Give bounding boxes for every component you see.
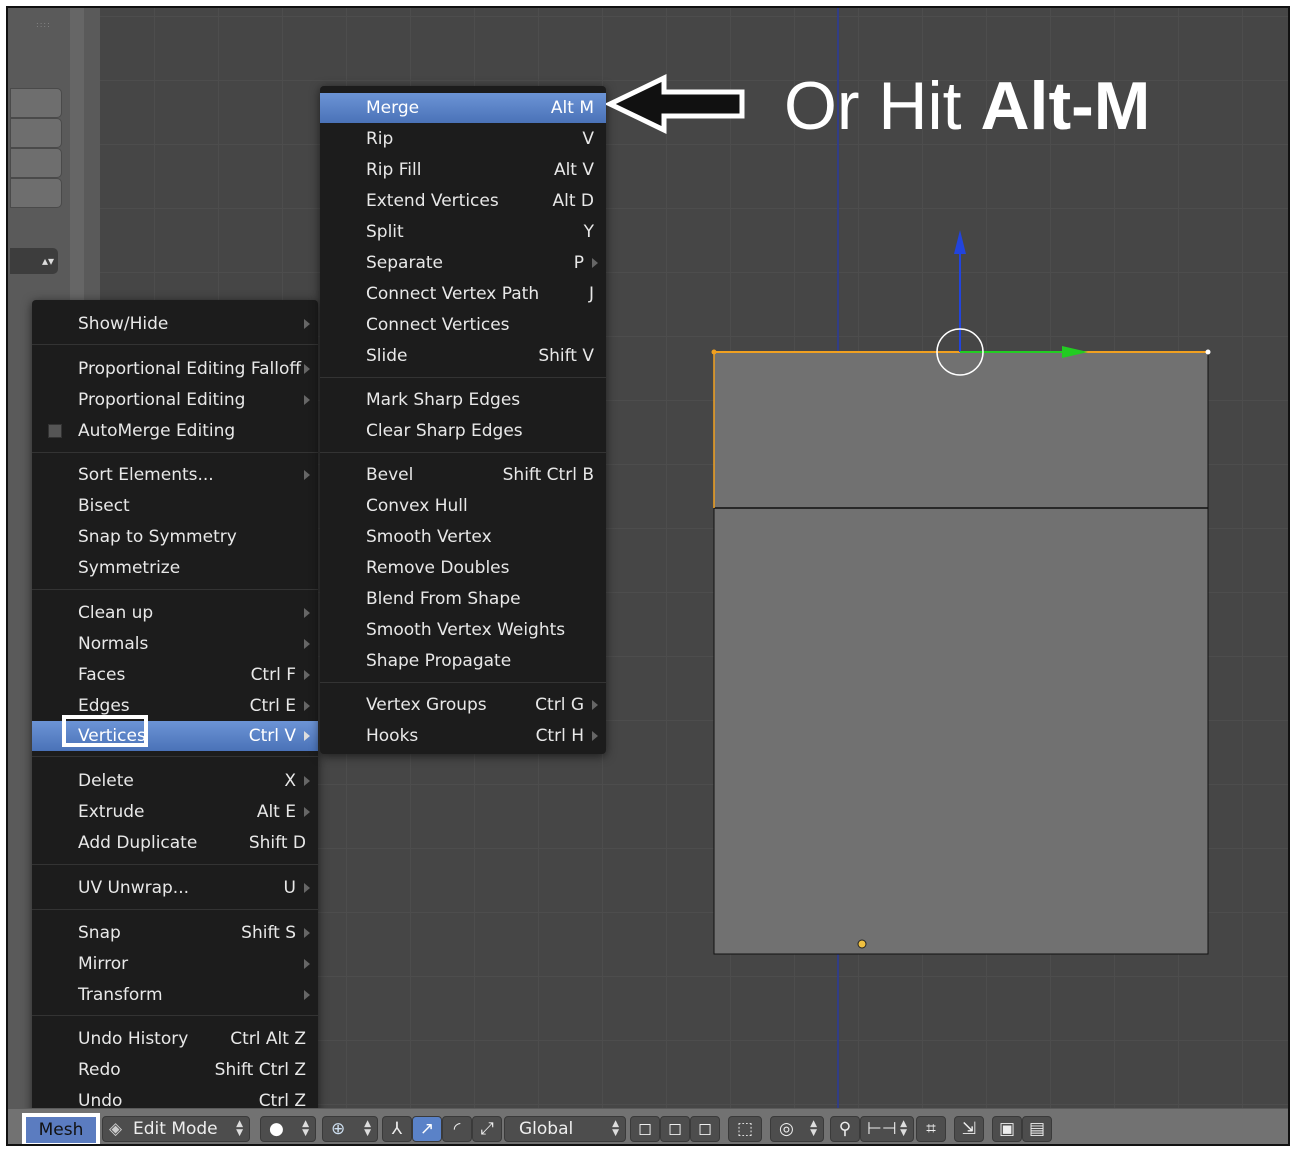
shelf-spinner[interactable]: ▴▾ [10,248,58,274]
snap-element-selector[interactable]: ⊢⊣ ▲ ▼ [860,1116,914,1142]
opengl-render-icon[interactable]: ⇲ [954,1116,984,1142]
snap-target-icon[interactable]: ⌗ [916,1116,946,1142]
menu-item-mirror[interactable]: Mirror [32,949,318,979]
transform-orientation-selector[interactable]: Global ▲ ▼ [504,1116,626,1142]
menu-item-smooth-vertex-weights[interactable]: Smooth Vertex Weights [320,615,606,645]
menu-item-smooth-vertex[interactable]: Smooth Vertex [320,522,606,552]
menu-item-snap[interactable]: Snap Shift S [32,918,318,948]
annotation-arrow-icon [606,74,745,134]
manipulator-toggle-icon[interactable]: ⅄ [382,1116,412,1142]
menu-item-redo[interactable]: Redo Shift Ctrl Z [32,1055,318,1085]
menu-item-delete[interactable]: Delete X [32,766,318,796]
face-select-icon[interactable]: ◻ [690,1116,720,1142]
menu-item-faces[interactable]: Faces Ctrl F [32,660,318,690]
selected-vertex [711,349,717,355]
menu-item-separate[interactable]: Separate P [320,248,606,278]
menu-item-blend-from-shape[interactable]: Blend From Shape [320,584,606,614]
snap-toggle-icon[interactable]: ⚲ [830,1116,860,1142]
menu-item-vertex-groups[interactable]: Vertex Groups Ctrl G [320,690,606,720]
menu-item-clear-sharp-edges[interactable]: Clear Sharp Edges [320,416,606,446]
shelf-button[interactable] [10,88,62,118]
menu-item-rip-fill[interactable]: Rip Fill Alt V [320,155,606,185]
menu-item-connect-vertices[interactable]: Connect Vertices [320,310,606,340]
pivot-icon: ⊕ [331,1119,346,1139]
grip-icon[interactable]: :::: [36,20,54,29]
menu-item-proportional-editing[interactable]: Proportional Editing [32,385,318,415]
menu-item-slide[interactable]: Slide Shift V [320,341,606,371]
z-arrow-icon [954,230,966,254]
menu-item-bevel[interactable]: Bevel Shift Ctrl B [320,460,606,490]
origin-icon [857,939,867,949]
menu-item-uv-unwrap[interactable]: UV Unwrap... U [32,873,318,903]
checkbox[interactable] [48,424,62,438]
blender-window: :::: ▴▾ Show/Hide Proportional Editing F… [6,6,1290,1146]
render-animation-icon[interactable]: ▤ [1022,1116,1052,1142]
menu-item-convex-hull[interactable]: Convex Hull [320,491,606,521]
menu-item-proportional-editing-falloff[interactable]: Proportional Editing Falloff [32,354,318,384]
shelf-button[interactable] [10,148,62,178]
menu-item-rip[interactable]: Rip V [320,124,606,154]
menu-item-mark-sharp-edges[interactable]: Mark Sharp Edges [320,385,606,415]
menu-item-clean-up[interactable]: Clean up [32,598,318,628]
limit-selection-icon[interactable]: ⬚ [728,1116,762,1142]
menu-item-transform[interactable]: Transform [32,980,318,1010]
3d-view-header: Mesh ◈ Edit Mode ▲ ▼ ● ▲ ▼ ⊕ ▲ ▼ ⅄ ↗ ◜ ⤢ Globa… [8,1108,1288,1144]
vertex-select-icon[interactable]: ◻ [630,1116,660,1142]
edit-mode-icon: ◈ [109,1119,123,1139]
menu-item-hooks[interactable]: Hooks Ctrl H [320,721,606,751]
menu-item-remove-doubles[interactable]: Remove Doubles [320,553,606,583]
menu-item-split[interactable]: Split Y [320,217,606,247]
menu-item-automerge-editing[interactable]: AutoMerge Editing [32,416,318,446]
menu-item-extend-vertices[interactable]: Extend Vertices Alt D [320,186,606,216]
menu-item-symmetrize[interactable]: Symmetrize [32,553,318,583]
snap-increment-icon: ⊢⊣ [867,1119,897,1139]
menu-item-bisect[interactable]: Bisect [32,491,318,521]
selected-vertex [1205,349,1211,355]
proportional-icon: ◎ [779,1119,794,1139]
menu-item-undo-history[interactable]: Undo History Ctrl Alt Z [32,1024,318,1054]
edge-select-icon[interactable]: ◻ [660,1116,690,1142]
menu-item-sort-elements[interactable]: Sort Elements... [32,460,318,490]
menu-item-normals[interactable]: Normals [32,629,318,659]
mesh-plane [713,351,1209,955]
solid-shading-icon: ● [269,1119,284,1139]
menu-item-snap-to-symmetry[interactable]: Snap to Symmetry [32,522,318,552]
mode-selector[interactable]: ◈ Edit Mode ▲ ▼ [102,1116,250,1142]
shelf-button[interactable] [10,118,62,148]
mesh-menu-button[interactable]: Mesh [22,1113,100,1144]
vertices-submenu: Merge Alt M Rip V Rip Fill Alt V Extend Ver… [320,86,606,754]
proportional-editing-selector[interactable]: ◎ ▲ ▼ [770,1116,824,1142]
menu-item-merge[interactable]: Merge Alt M [320,93,606,123]
scale-manipulator-icon[interactable]: ⤢ [472,1116,502,1142]
annotation-text: Or Hit Alt-M [784,68,1151,144]
viewport-shading-selector[interactable]: ● ▲ ▼ [260,1116,316,1142]
menu-item-add-duplicate[interactable]: Add Duplicate Shift D [32,828,318,858]
menu-item-extrude[interactable]: Extrude Alt E [32,797,318,827]
menu-item-show-hide[interactable]: Show/Hide [32,309,318,339]
menu-item-shape-propagate[interactable]: Shape Propagate [320,646,606,676]
menu-item-vertices[interactable]: Vertices Ctrl V [32,715,318,751]
menu-item-connect-vertex-path[interactable]: Connect Vertex Path J [320,279,606,309]
translate-manipulator-icon[interactable]: ↗ [412,1116,442,1142]
pivot-point-selector[interactable]: ⊕ ▲ ▼ [322,1116,378,1142]
mesh-menu: Show/Hide Proportional Editing Falloff P… [32,300,318,1116]
render-still-icon[interactable]: ▣ [992,1116,1022,1142]
rotate-manipulator-icon[interactable]: ◜ [442,1116,472,1142]
shelf-button[interactable] [10,178,62,208]
